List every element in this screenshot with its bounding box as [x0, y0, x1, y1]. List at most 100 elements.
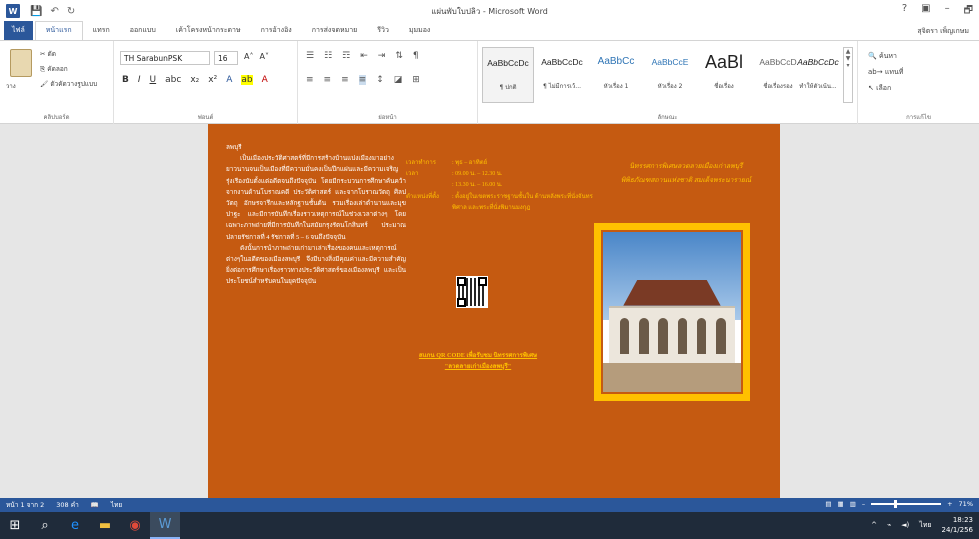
print-layout-icon[interactable]: ▦	[838, 500, 844, 508]
language-indicator[interactable]: ไทย	[111, 500, 122, 510]
numbering-icon[interactable]: ☷	[324, 51, 332, 61]
paragraph-group: ☰ ☷ ☶ ⇤ ⇥ ⇅ ¶ ≡ ≡ ≡ ≡ ↕ ◪ ⊞ ย่อหน้า	[298, 41, 478, 125]
grow-font-icon[interactable]: A˄	[244, 52, 253, 61]
shrink-font-icon[interactable]: A˅	[259, 52, 268, 61]
align-left-icon[interactable]: ≡	[306, 75, 314, 85]
align-right-icon[interactable]: ≡	[341, 75, 349, 85]
style-sample: AaBbCcE	[651, 57, 689, 67]
paste-button[interactable]: วาง	[6, 81, 16, 91]
qr-corner	[457, 277, 466, 286]
italic-icon[interactable]: I	[138, 75, 141, 85]
tab-review[interactable]: รีวิว	[367, 25, 399, 40]
tab-insert[interactable]: แทรก	[83, 25, 120, 40]
subscript-icon[interactable]: x₂	[190, 75, 199, 85]
style-normal[interactable]: AaBbCcDc ¶ ปกติ	[482, 47, 534, 103]
web-layout-icon[interactable]: ▥	[850, 500, 856, 508]
tab-mailings[interactable]: การส่งจดหมาย	[302, 25, 368, 40]
borders-icon[interactable]: ⊞	[412, 75, 420, 85]
style-emphasis[interactable]: AaBbCcDc ทำให้ตัวเน้น...	[794, 47, 842, 103]
justify-icon[interactable]: ≡	[358, 75, 367, 85]
ribbon-display-icon[interactable]: ▣	[921, 3, 930, 20]
edge-browser-icon[interactable]: e	[60, 512, 90, 539]
select-button[interactable]: ↖ เลือก	[868, 83, 891, 94]
tab-references[interactable]: การอ้างอิง	[251, 25, 302, 40]
zoom-level[interactable]: 71%	[959, 500, 973, 508]
clock[interactable]: 18:23 24/1/256	[942, 515, 973, 535]
help-button[interactable]: ?	[902, 3, 907, 20]
bullets-icon[interactable]: ☰	[306, 51, 314, 61]
schedule-value: : 13.30 น. – 16.00 น.	[452, 182, 503, 189]
restore-button[interactable]: 🗗	[964, 3, 973, 20]
tab-home[interactable]: หน้าแรก	[34, 21, 83, 40]
volume-icon[interactable]: ◄)	[901, 521, 909, 529]
increase-indent-icon[interactable]: ⇥	[378, 51, 386, 61]
zoom-slider[interactable]	[871, 500, 942, 508]
windows-start-icon[interactable]: ⊞	[0, 512, 30, 539]
styles-scroll[interactable]: ▲ ▼ ▾	[843, 47, 853, 103]
redo-icon[interactable]: ↻	[67, 6, 75, 17]
proofing-icon[interactable]: 📖	[91, 501, 99, 509]
text-effects-icon[interactable]: A	[226, 75, 232, 85]
format-painter-button[interactable]: 🖌 ตัวคัดวางรูปแบบ	[40, 79, 97, 89]
read-mode-icon[interactable]: ▤	[825, 500, 831, 508]
tray-arrow-icon[interactable]: ^	[871, 521, 877, 529]
font-color-icon[interactable]: A	[262, 75, 268, 85]
line-spacing-icon[interactable]: ↕	[376, 75, 384, 85]
tab-view[interactable]: มุมมอง	[399, 25, 440, 40]
strikethrough-icon[interactable]: abc	[165, 75, 181, 85]
show-marks-icon[interactable]: ¶	[413, 51, 419, 61]
style-sample: AaBbCcDc	[541, 57, 583, 67]
tab-layout[interactable]: เค้าโครงหน้ากระดาษ	[166, 25, 251, 40]
decrease-indent-icon[interactable]: ⇤	[360, 51, 368, 61]
quick-access-toolbar: 💾 ↶ ↻	[30, 6, 75, 17]
zoom-in-icon[interactable]: +	[947, 500, 952, 508]
highlight-icon[interactable]: ab	[241, 75, 253, 85]
shading-icon[interactable]: ◪	[394, 75, 403, 85]
undo-icon[interactable]: ↶	[50, 6, 58, 17]
cut-label: ตัด	[47, 50, 56, 58]
style-sample: AaBbCcDc	[487, 58, 529, 68]
style-no-spacing[interactable]: AaBbCcDc ¶ ไม่มีการเว้...	[536, 47, 588, 103]
file-explorer-icon[interactable]: ▬	[90, 512, 120, 539]
zoom-out-icon[interactable]: –	[862, 500, 865, 508]
document-area[interactable]: ลพบุรี เป็นเมืองประวัติศาสตร์ที่มีการสร้…	[0, 124, 979, 498]
zoom-slider-knob[interactable]	[893, 500, 897, 508]
word-count[interactable]: 308 คำ	[56, 500, 78, 510]
taskbar: ⊞ ⌕ e ▬ ◉ W ^ ⌁ ◄) ไทย 18:23 24/1/256	[0, 512, 979, 539]
paragraph-group-label: ย่อหน้า	[378, 114, 397, 121]
user-name[interactable]: สุจิตรา เพ็ญเกษม	[917, 26, 969, 37]
bold-icon[interactable]: B	[122, 75, 129, 85]
network-icon[interactable]: ⌁	[887, 521, 891, 529]
replace-label: แทนที่	[884, 68, 904, 76]
minimize-button[interactable]: –	[945, 3, 950, 20]
search-icon[interactable]: ⌕	[30, 512, 60, 539]
copy-button[interactable]: ⎘ คัดลอก	[40, 64, 68, 74]
superscript-icon[interactable]: x²	[208, 75, 217, 85]
style-heading-2[interactable]: AaBbCcE หัวเรื่อง 2	[644, 47, 696, 103]
tab-file[interactable]: ไฟล์	[4, 21, 33, 40]
qr-corner	[457, 298, 466, 307]
multilevel-list-icon[interactable]: ☶	[342, 51, 350, 61]
save-icon[interactable]: 💾	[30, 6, 42, 17]
find-button[interactable]: 🔍 ค้นหา	[868, 51, 897, 62]
sort-icon[interactable]: ⇅	[395, 51, 403, 61]
photo-ground	[603, 363, 741, 392]
cut-button[interactable]: ✂ ตัด	[40, 49, 56, 59]
chrome-icon[interactable]: ◉	[120, 512, 150, 539]
style-title[interactable]: AaBl ชื่อเรื่อง	[698, 47, 750, 103]
tray-language[interactable]: ไทย	[919, 520, 931, 531]
page-count[interactable]: หน้า 1 จาก 2	[6, 500, 44, 510]
style-heading-1[interactable]: AaBbCc หัวเรื่อง 1	[590, 47, 642, 103]
tab-design[interactable]: ออกแบบ	[120, 25, 166, 40]
font-size-input[interactable]: 16	[214, 51, 238, 65]
underline-icon[interactable]: U	[150, 75, 157, 85]
museum-photo-frame[interactable]	[594, 223, 750, 401]
font-name-input[interactable]: TH SarabunPSK	[120, 51, 210, 65]
replace-button[interactable]: ab→ แทนที่	[868, 67, 903, 78]
paste-icon[interactable]	[10, 49, 32, 77]
font-format-row: B I U abc x₂ x² A ab A	[122, 75, 268, 85]
align-center-icon[interactable]: ≡	[324, 75, 332, 85]
word-taskbar-icon[interactable]: W	[150, 512, 180, 539]
ribbon: วาง ✂ ตัด ⎘ คัดลอก 🖌 ตัวคัดวางรูปแบบ คลิ…	[0, 40, 979, 125]
document-page[interactable]: ลพบุรี เป็นเมืองประวัติศาสตร์ที่มีการสร้…	[208, 124, 780, 498]
